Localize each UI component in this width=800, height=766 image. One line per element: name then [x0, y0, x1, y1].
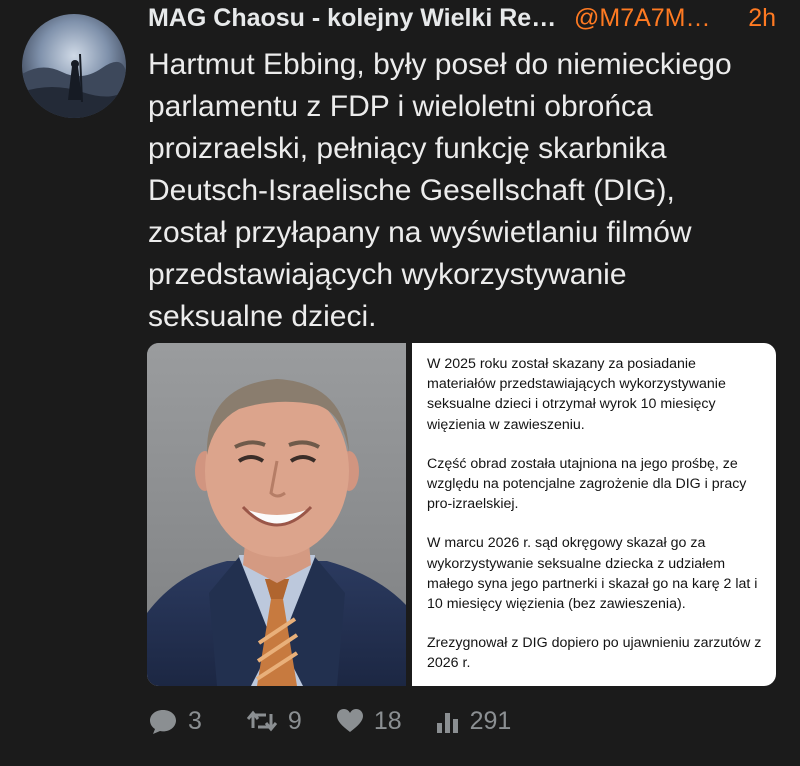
heart-icon — [336, 709, 363, 732]
views-button[interactable]: 291 — [436, 706, 512, 736]
post-timestamp[interactable]: 2h — [748, 4, 776, 33]
media-paragraph: W marcu 2026 r. sąd okręgowy skazał go z… — [427, 535, 758, 613]
repost-button[interactable]: 9 — [246, 707, 302, 736]
speech-bubble-icon — [150, 710, 176, 734]
author-name[interactable]: MAG Chaosu - kolejny Wielki Reset — [148, 4, 560, 33]
like-count: 18 — [373, 706, 402, 735]
text-panel: W 2025 roku został skazany za posiadanie… — [412, 343, 776, 686]
media-paragraph: Zrezygnował z DIG dopiero po ujawnieniu … — [427, 635, 762, 672]
reply-button[interactable]: 3 — [148, 707, 202, 736]
media-paragraph: W 2025 roku został skazany za posiadanie… — [427, 356, 726, 433]
media-paragraph: Część obrad została utajniona na jego pr… — [427, 455, 747, 513]
like-button[interactable]: 18 — [336, 707, 402, 736]
author-avatar[interactable] — [22, 14, 126, 118]
reply-count: 3 — [188, 706, 202, 735]
repost-count: 9 — [287, 706, 302, 735]
post-header: MAG Chaosu - kolejny Wielki Reset @M7A7M… — [148, 2, 776, 34]
avatar-image — [22, 14, 126, 118]
author-handle[interactable]: @M7A7MAGchaosu — [574, 4, 712, 33]
repost-arrows-icon — [246, 710, 278, 732]
views-count: 291 — [469, 706, 512, 735]
bar-chart-icon — [436, 713, 458, 733]
post-actions: 3 9 18 291 — [148, 702, 511, 740]
post-text: Hartmut Ebbing, były poseł do niemieckie… — [148, 48, 732, 333]
portrait-photo — [147, 343, 406, 686]
post-media[interactable]: W 2025 roku został skazany za posiadanie… — [147, 343, 776, 686]
